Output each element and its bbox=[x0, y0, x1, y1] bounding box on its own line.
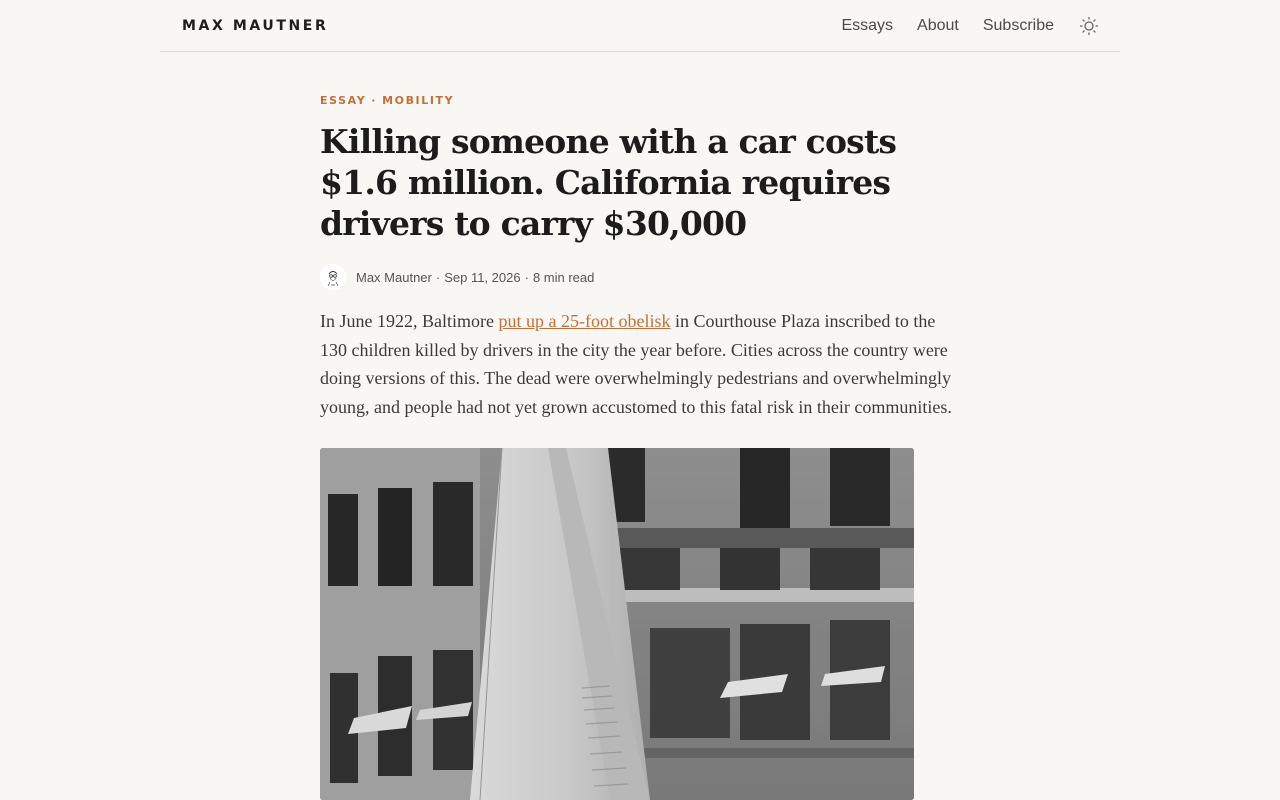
read-time: 8 min read bbox=[532, 269, 595, 285]
nav-subscribe-link[interactable]: Subscribe bbox=[983, 17, 1054, 35]
avatar-sketch-icon bbox=[320, 264, 346, 290]
article-kicker: ESSAY · MOBILITY bbox=[320, 94, 454, 107]
obelisk-photo-illustration bbox=[320, 448, 914, 800]
article-lede: In June 1922, Baltimore put up a 25-foot… bbox=[320, 307, 960, 421]
obelisk-photo bbox=[320, 448, 914, 800]
site-header: MAX MAUTNER Essays About Subscribe bbox=[160, 0, 1120, 52]
publish-date: Sep 11, 2026 bbox=[444, 269, 521, 285]
kicker-separator: · bbox=[371, 94, 378, 107]
obelisk-link[interactable]: put up a 25-foot obelisk bbox=[498, 311, 670, 331]
byline-separator: · bbox=[435, 269, 441, 285]
kicker-category[interactable]: ESSAY bbox=[320, 94, 366, 107]
article-title: Killing someone with a car costs $1.6 mi… bbox=[320, 122, 897, 243]
kicker-topic[interactable]: MOBILITY bbox=[382, 94, 454, 107]
nav-essays-link[interactable]: Essays bbox=[841, 17, 893, 35]
site-brand-link[interactable]: MAX MAUTNER bbox=[182, 18, 328, 34]
sun-icon[interactable] bbox=[1078, 15, 1100, 37]
article-byline: Max Mautner · Sep 11, 2026 · 8 min read bbox=[320, 264, 594, 290]
nav-about-link[interactable]: About bbox=[917, 17, 959, 35]
byline-separator: · bbox=[524, 269, 529, 285]
main-nav: Essays About Subscribe bbox=[817, 15, 1100, 37]
author-name[interactable]: Max Mautner bbox=[356, 270, 432, 285]
lede-text-start: In June 1922, Baltimore bbox=[320, 311, 499, 331]
